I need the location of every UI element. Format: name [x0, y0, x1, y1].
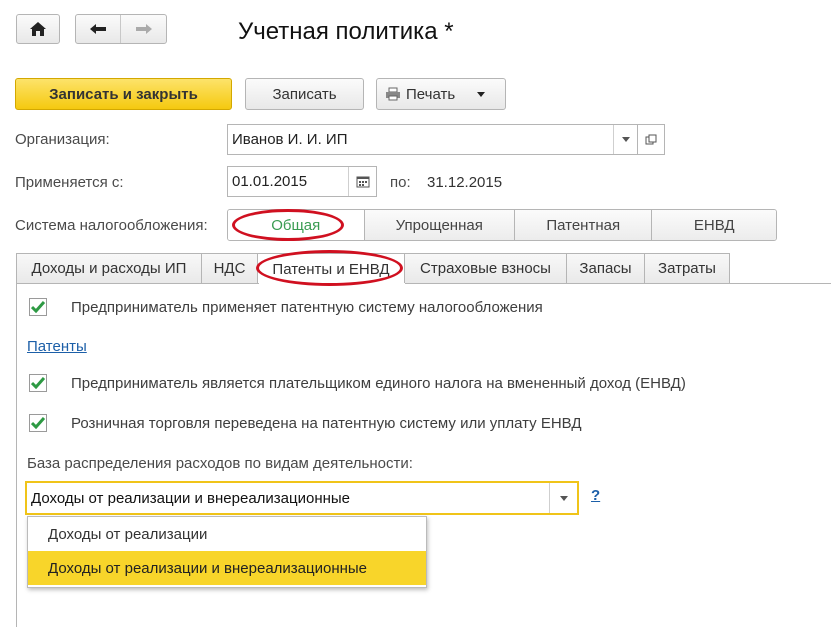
tab-panel-border — [16, 283, 17, 627]
home-button[interactable] — [16, 14, 60, 44]
check2-label: Предприниматель является плательщиком ед… — [71, 375, 686, 392]
printer-icon — [386, 87, 400, 101]
to-label: по: — [390, 174, 411, 191]
annotation-ellipse-tab — [256, 250, 403, 286]
tax-label: Система налогообложения: — [15, 217, 208, 234]
base-dropdown-list: Доходы от реализации Доходы от реализаци… — [27, 516, 427, 588]
checkbox-envd-payer[interactable] — [29, 374, 47, 392]
forward-button[interactable] — [121, 15, 166, 43]
print-label: Печать — [406, 85, 456, 103]
checkmark-icon — [31, 301, 45, 313]
patents-link[interactable]: Патенты — [27, 338, 87, 355]
applies-from-value: 01.01.2015 — [232, 173, 308, 190]
tab-income-expenses[interactable]: Доходы и расходы ИП — [16, 253, 202, 283]
tab-inventory[interactable]: Запасы — [566, 253, 645, 283]
applies-to-value: 31.12.2015 — [427, 174, 503, 191]
checkbox-patent-system[interactable] — [29, 298, 47, 316]
check1-label: Предприниматель применяет патентную сист… — [71, 299, 543, 316]
open-icon — [645, 134, 657, 144]
save-and-close-button[interactable]: Записать и закрыть — [15, 78, 232, 110]
tab-costs[interactable]: Затраты — [644, 253, 730, 283]
org-value: Иванов И. И. ИП — [232, 131, 348, 148]
org-dropdown-button[interactable] — [613, 125, 637, 154]
base-dropdown-button[interactable] — [549, 483, 577, 513]
print-button[interactable]: Печать — [376, 78, 506, 110]
window-title: Учетная политика * — [238, 18, 454, 45]
chevron-down-icon — [477, 91, 486, 97]
base-select[interactable]: Доходы от реализации и внереализационные — [25, 481, 579, 515]
arrow-left-icon — [90, 24, 106, 34]
chevron-down-icon — [559, 495, 568, 501]
base-value: Доходы от реализации и внереализационные — [31, 489, 351, 507]
tax-option-simplified[interactable]: Упрощенная — [364, 210, 515, 240]
check3-label: Розничная торговля переведена на патентн… — [71, 415, 582, 432]
save-button[interactable]: Записать — [245, 78, 364, 110]
checkbox-retail-transferred[interactable] — [29, 414, 47, 432]
checkmark-icon — [31, 377, 45, 389]
calendar-icon — [356, 176, 369, 187]
annotation-ellipse-general — [232, 209, 344, 241]
tax-option-patent[interactable]: Патентная — [514, 210, 653, 240]
arrow-right-icon — [135, 24, 152, 34]
back-button[interactable] — [76, 15, 122, 43]
org-open-button[interactable] — [637, 124, 665, 155]
base-label: База распределения расходов по видам дея… — [27, 455, 413, 472]
applies-label: Применяется с: — [15, 174, 124, 191]
dropdown-option-sales-nonoperating[interactable]: Доходы от реализации и внереализационные — [28, 551, 426, 585]
tab-vat[interactable]: НДС — [201, 253, 258, 283]
chevron-down-icon — [621, 137, 630, 142]
org-field[interactable]: Иванов И. И. ИП — [227, 124, 638, 155]
help-link[interactable]: ? — [591, 487, 600, 504]
org-label: Организация: — [15, 131, 110, 148]
tax-option-envd[interactable]: ЕНВД — [652, 210, 776, 240]
tab-bar-baseline — [16, 283, 831, 284]
home-icon — [30, 22, 46, 36]
applies-from-field[interactable]: 01.01.2015 — [227, 166, 377, 197]
checkmark-icon — [31, 417, 45, 429]
nav-history — [75, 14, 167, 44]
calendar-button[interactable] — [348, 167, 376, 196]
dropdown-option-sales[interactable]: Доходы от реализации — [28, 517, 426, 551]
tab-insurance[interactable]: Страховые взносы — [404, 253, 567, 283]
